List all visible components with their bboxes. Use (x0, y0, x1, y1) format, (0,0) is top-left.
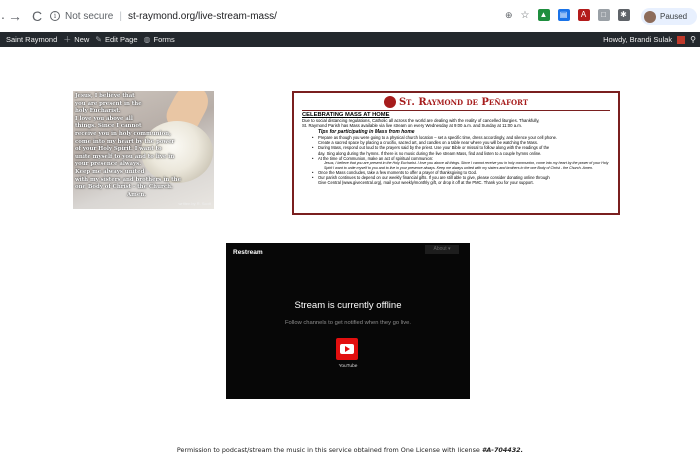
youtube-label: YouTube (338, 364, 358, 369)
list-item: During Mass, respond out loud to the pra… (312, 145, 610, 151)
mass-at-home-notice: St. Raymond de Peñafort CELEBRATING MASS… (292, 91, 620, 215)
zoom-icon[interactable]: ⊕ (505, 10, 513, 21)
extension-icon-gray[interactable]: □ (597, 9, 610, 21)
restream-player[interactable]: Restream About ▾ Stream is currently off… (226, 243, 470, 399)
communion-prayer: Jesus, I believe that you are present in… (324, 161, 609, 170)
parish-name: St. Raymond de Peñafort (398, 96, 529, 108)
url-text[interactable]: st-raymond.org/live-stream-mass/ (128, 11, 277, 22)
offline-title: Stream is currently offline (294, 300, 402, 311)
pencil-icon: ✎ (95, 35, 102, 44)
profile-button[interactable]: Paused (641, 8, 697, 25)
info-icon[interactable]: i (50, 11, 60, 21)
list-item: Prepare as though you were going to a ph… (312, 135, 610, 141)
tips-list: Prepare as though you were going to a ph… (302, 135, 610, 162)
bookmark-star-icon[interactable]: ☆ (521, 10, 530, 21)
about-dropdown[interactable]: About ▾ (425, 245, 459, 254)
search-icon[interactable]: ⚲ (690, 35, 696, 44)
wp-admin-bar: Saint Raymond ＋ New ✎ Edit Page ◍ Forms How… (0, 32, 700, 47)
extension-icon-green[interactable]: ▲ (537, 9, 550, 21)
restream-logo: Restream (233, 249, 263, 256)
license-statement: Permission to podcast/stream the music i… (176, 446, 524, 454)
howdy-greeting[interactable]: Howdy, Brandi Sulak (603, 35, 672, 44)
address-bar[interactable]: i Not secure | st-raymond.org/live-strea… (50, 7, 548, 25)
forward-arrow-icon[interactable]: → (8, 8, 22, 24)
extension-icon-blue[interactable]: ▤ (557, 9, 570, 21)
extension-icon-acrobat[interactable]: A (577, 9, 590, 21)
image-credit: written by R. Scott (178, 201, 211, 206)
user-avatar[interactable] (677, 35, 686, 44)
spiritual-communion-image: Jesus, I believe that you are present in… (73, 91, 214, 209)
youtube-icon[interactable] (336, 338, 358, 360)
browser-toolbar: · → C i Not secure | st-raymond.org/live… (0, 0, 700, 32)
security-label: Not secure (65, 10, 114, 22)
edit-page-button[interactable]: ✎ Edit Page (95, 35, 137, 44)
forms-button[interactable]: ◍ Forms (144, 35, 175, 44)
new-button[interactable]: ＋ New (63, 34, 89, 45)
avatar (644, 10, 656, 23)
list-item: At the time of Communion, make an act of… (312, 156, 610, 162)
reload-icon[interactable]: C (30, 8, 44, 24)
extension-icons: ⊕ ☆ ▲ ▤ A □ ✱ (505, 9, 630, 21)
license-number: #A-704432. (481, 446, 524, 454)
extension-icon-puzzle[interactable]: ✱ (617, 9, 630, 21)
parish-seal-icon (383, 96, 396, 108)
quote-text: Jesus, I believe that you are present in… (75, 93, 182, 198)
site-name-link[interactable]: Saint Raymond (6, 35, 57, 44)
offline-subtitle: Follow channels to get notified when the… (285, 320, 411, 326)
plus-icon: ＋ (63, 35, 72, 44)
divider (302, 110, 610, 111)
forms-icon: ◍ (143, 35, 151, 44)
list-item: Our parish continues to depend on our we… (312, 175, 610, 181)
